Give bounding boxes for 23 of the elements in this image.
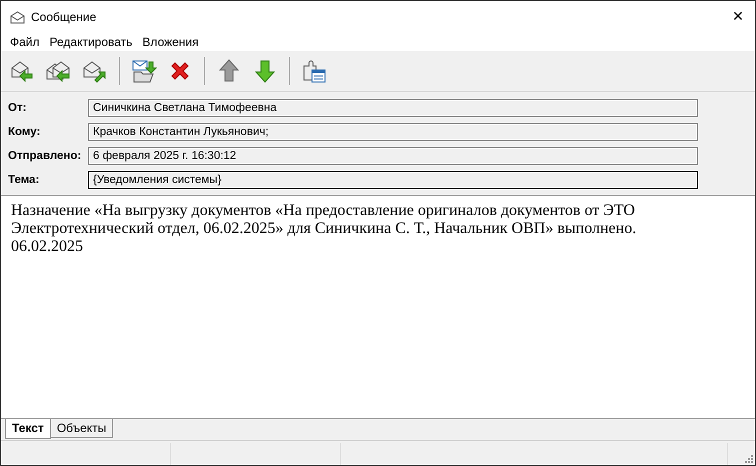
input-field[interactable]: Крачков Константин Лукьянович; <box>88 123 698 141</box>
input-field[interactable]: 6 февраля 2025 г. 16:30:12 <box>88 147 698 165</box>
menu-item[interactable]: Вложения <box>137 35 204 49</box>
field-label: Тема: <box>8 174 40 186</box>
message-text: Назначение «На выгрузку документов «На предоставление оригиналов документов от ЭТО Электротехнический отдел, 06.02.2025» для Синичкина С. Т., Начальник ОВП» выполнено. <box>11 202 638 238</box>
tab[interactable]: Текст <box>5 419 51 439</box>
field-label: Кому: <box>8 126 42 138</box>
envelope-folder-icon <box>131 58 157 84</box>
close-button[interactable]: ✕ <box>723 2 753 32</box>
input-field[interactable]: Синичкина Светлана Тимофеевна <box>88 99 698 117</box>
window-title: Сообщение <box>31 10 98 24</box>
down-arrow-icon <box>252 58 278 84</box>
message-text: 06.02.2025 <box>11 238 84 256</box>
envelope-icon <box>10 10 25 24</box>
menu-item[interactable]: Редактировать <box>44 35 138 49</box>
menu-item[interactable]: Файл <box>5 35 45 49</box>
field-label: Отправлено: <box>8 150 82 162</box>
up-arrow-icon <box>216 58 242 84</box>
puzzle-window-icon <box>301 58 327 84</box>
field-label: От: <box>8 102 28 114</box>
tab[interactable]: Объекты <box>50 419 114 438</box>
input-field[interactable]: {Уведомления системы} <box>88 171 698 189</box>
resize-grip-icon[interactable] <box>745 455 753 463</box>
